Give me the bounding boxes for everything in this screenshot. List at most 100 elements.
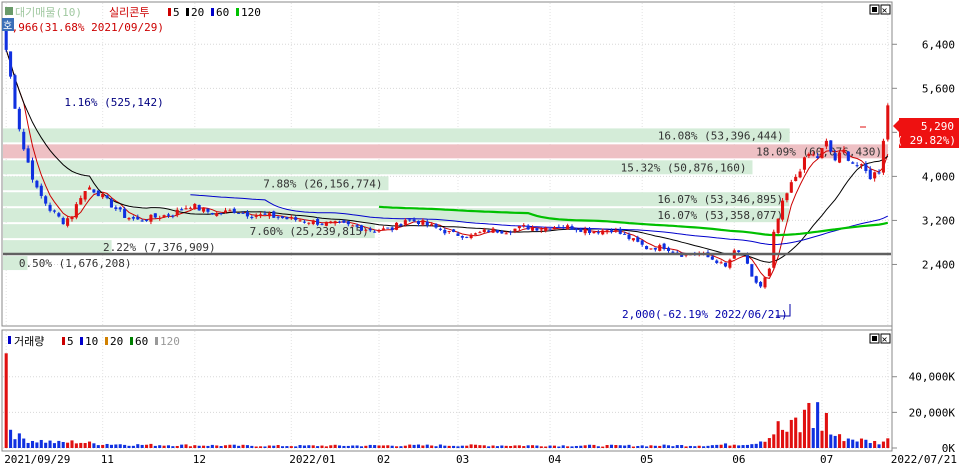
candle-body (517, 226, 521, 229)
candle-body (79, 198, 83, 205)
volume-bar (723, 443, 728, 448)
volume-bar (44, 442, 48, 448)
volume-bar (250, 445, 254, 448)
volume-profile-bar (3, 240, 112, 255)
candle-body (789, 182, 793, 193)
candle-body (671, 251, 675, 253)
candle-body (465, 236, 469, 238)
volume-bar (395, 446, 399, 448)
candle-body (851, 162, 855, 164)
candle-body (92, 189, 96, 193)
candle-body (785, 193, 789, 201)
volume-bar (741, 445, 745, 448)
candle-body (846, 151, 850, 161)
volume-bar (631, 446, 635, 448)
candle-body (645, 246, 649, 250)
candle-body (548, 228, 552, 230)
volume-profile-label: 16.08% (53,396,444) (658, 129, 784, 142)
volume-bar (320, 445, 324, 448)
volume-bar (530, 445, 535, 448)
volume-bar (184, 444, 188, 448)
candle-body (627, 234, 631, 239)
volume-bar (557, 446, 561, 448)
volume-bar (877, 444, 881, 448)
volume-bar (17, 433, 21, 448)
candle-body (403, 220, 407, 225)
volume-bar (373, 445, 377, 448)
volume-bar (136, 444, 140, 448)
date-tick-label: 05 (640, 453, 653, 466)
volume-bar (807, 402, 811, 448)
candle-body (101, 193, 105, 198)
volume-bar (280, 446, 285, 448)
candle-body (355, 225, 359, 227)
volume-bar (583, 445, 587, 448)
candle-body (759, 281, 763, 287)
volume-bar (127, 445, 131, 448)
volume-bar (548, 445, 552, 448)
candle-body (649, 248, 653, 250)
candle-body (737, 250, 741, 252)
candle-body (452, 229, 456, 232)
candle-body (30, 160, 35, 180)
candle-body (605, 230, 609, 233)
candle-body (368, 228, 372, 231)
volume-bar (355, 445, 359, 448)
volume-bar (579, 445, 583, 448)
candle-body (22, 131, 26, 150)
candle-body (44, 196, 48, 204)
candle-body (636, 237, 640, 242)
current-price-marker: 5,290 ( 29.82%) (893, 118, 959, 148)
candle-body (320, 223, 324, 225)
volume-bar (9, 429, 13, 448)
legend-swatch (5, 7, 13, 15)
volume-profile-label: 2.22% (7,376,909) (103, 241, 216, 254)
candle-body (298, 220, 302, 222)
volume-legend-ma-swatch (62, 337, 65, 345)
candle-body (491, 228, 495, 233)
volume-bar (482, 445, 486, 448)
candle-body (824, 140, 828, 147)
candle-body (399, 224, 403, 226)
volume-bar (438, 444, 442, 448)
candle-body (434, 223, 438, 228)
date-tick-label: 02 (377, 453, 390, 466)
candle-body (763, 277, 767, 288)
volume-bar (48, 440, 52, 448)
legend-ma-swatch (168, 8, 171, 16)
volume-bar (706, 445, 710, 448)
volume-bar (346, 445, 350, 448)
volume-bar (302, 445, 306, 448)
volume-bar (175, 445, 179, 448)
chart-canvas: 16.08% (53,396,444)18.09% (60,076,430)15… (1, 1, 959, 466)
candle-body (35, 180, 39, 188)
candle-body (500, 231, 504, 234)
candle-body (596, 232, 600, 234)
candle-body (504, 233, 508, 235)
candle-body (881, 140, 885, 173)
candle-body (228, 210, 232, 212)
volume-bar (79, 442, 83, 448)
volume-bar (381, 445, 385, 448)
volume-bar (333, 444, 337, 448)
volume-bar (206, 445, 210, 448)
volume-bar (285, 446, 289, 448)
volume-bar (671, 446, 675, 448)
volume-bar (754, 443, 758, 448)
candle-body (530, 227, 535, 231)
candle-body (618, 228, 622, 234)
volume-axis-ticks: 40,000K20,000K0K (892, 371, 955, 455)
volume-bar (171, 446, 175, 448)
candle-body (710, 256, 714, 260)
volume-bar (267, 445, 271, 448)
volume-bar (123, 444, 127, 448)
candle-body (241, 212, 245, 214)
volume-bar (500, 445, 504, 448)
volume-bar (609, 444, 614, 448)
candle-body (276, 216, 280, 218)
maximize-icon (872, 336, 877, 341)
volume-bar (83, 443, 87, 448)
price-axis-ticks: 6,4005,6004,8004,0003,2002,400 (892, 38, 955, 271)
volume-bar (561, 445, 565, 448)
volume-bar (614, 445, 618, 448)
